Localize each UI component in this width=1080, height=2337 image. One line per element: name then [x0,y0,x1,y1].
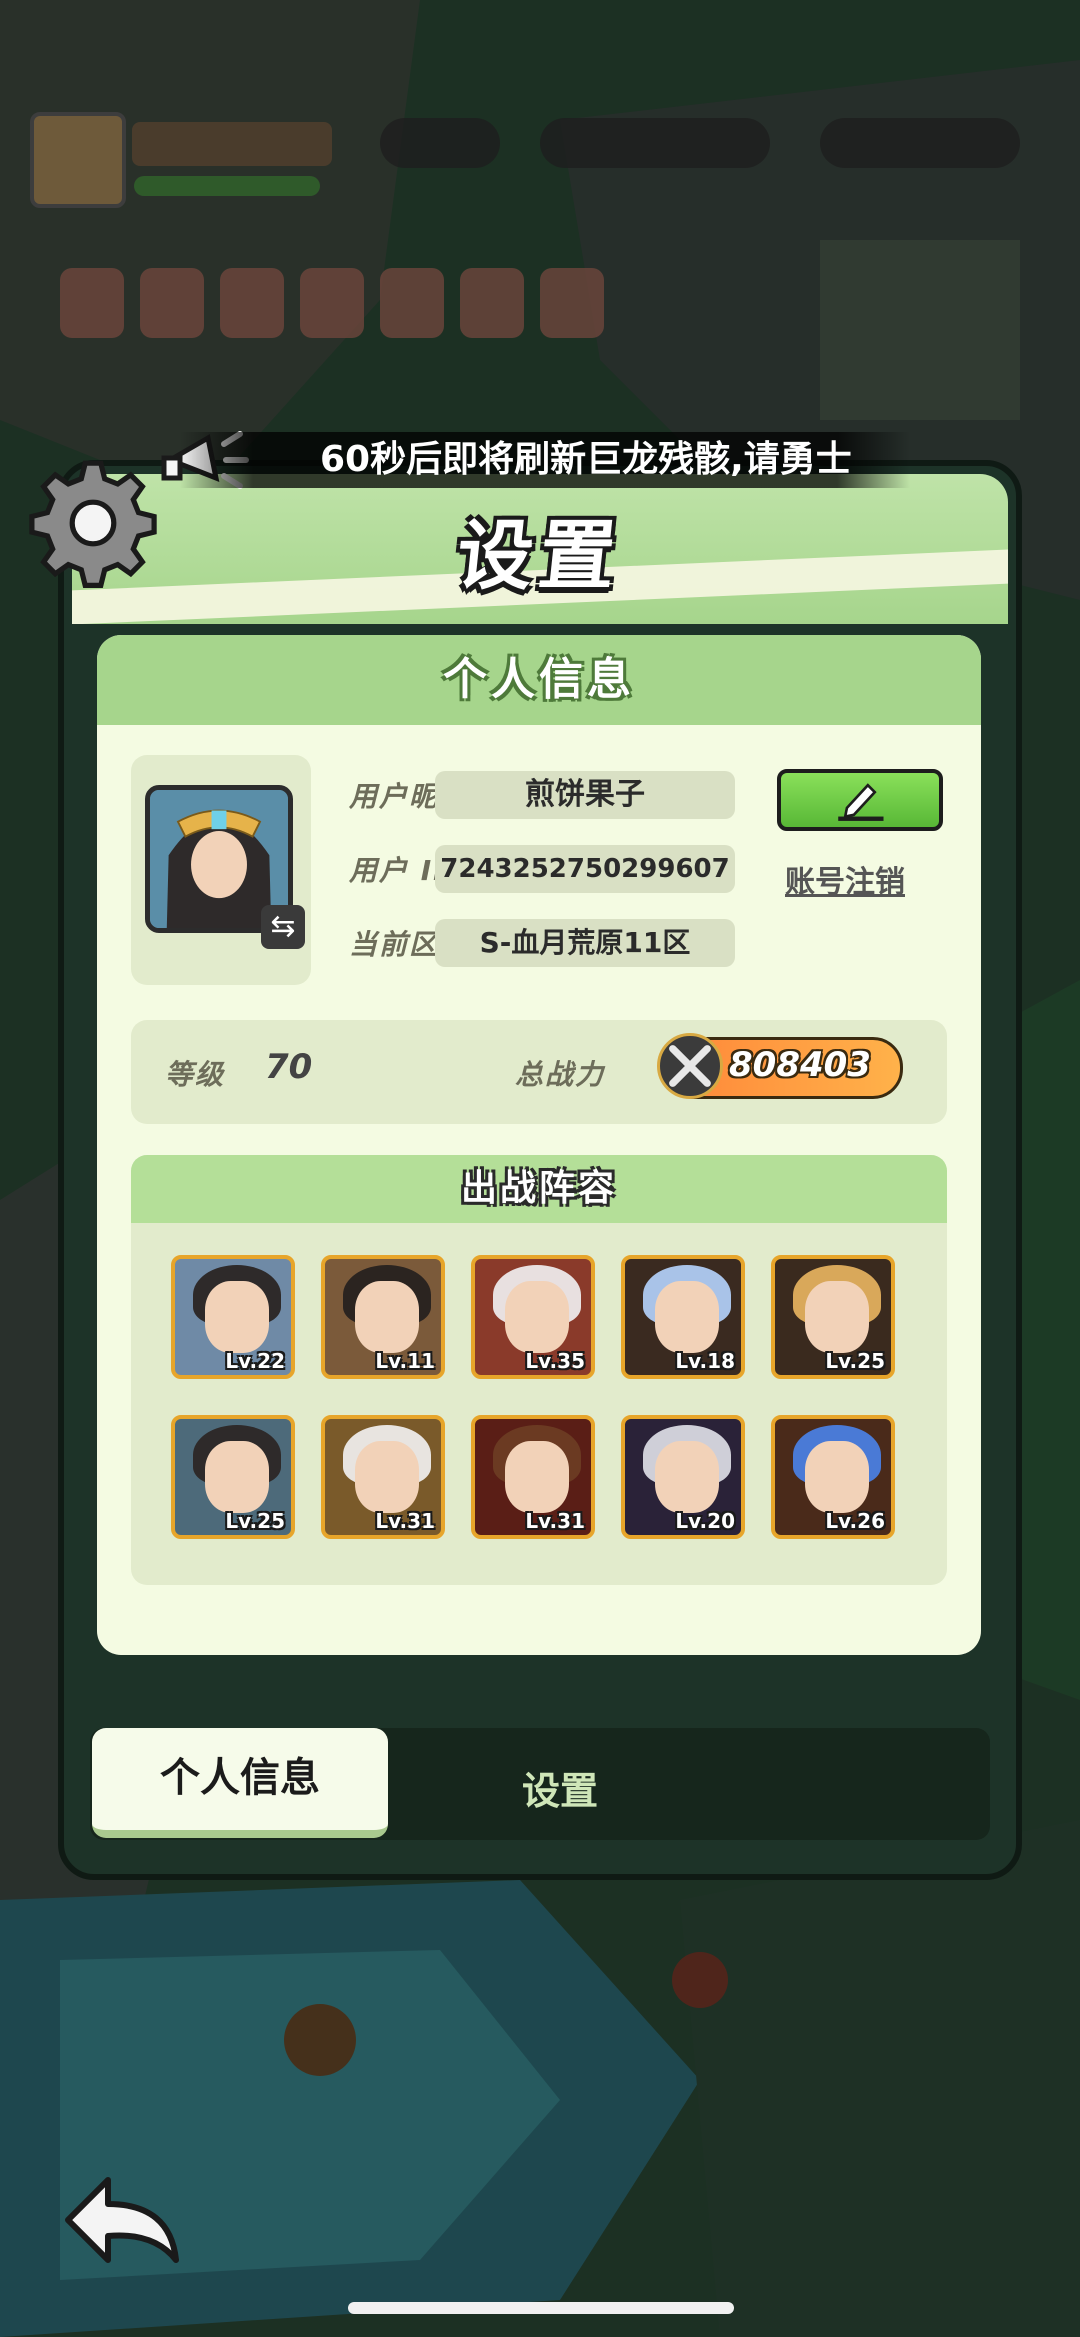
panel-title: 设置 [452,511,626,600]
hero-level: Lv.25 [825,1349,885,1373]
event-icon-6 [460,268,524,338]
event-icon-4 [300,268,364,338]
personal-info-title: 个人信息 [97,635,981,725]
hero-level: Lv.35 [525,1349,585,1373]
hero-level: Lv.18 [675,1349,735,1373]
hero-level: Lv.11 [375,1349,435,1373]
hero-level: Lv.31 [375,1509,435,1533]
event-icon-1 [60,268,124,338]
hero-level: Lv.26 [825,1509,885,1533]
event-icon-5 [380,268,444,338]
hero-level: Lv.22 [225,1349,285,1373]
hero-portrait[interactable]: Lv.25 [771,1255,895,1379]
player-name-hud [132,122,332,166]
resource-slot-3 [820,118,1020,168]
tab-personal-info[interactable]: 个人信息 [92,1728,388,1838]
resource-slot-1 [380,118,500,168]
event-icon-3 [220,268,284,338]
hero-portrait[interactable]: Lv.35 [471,1255,595,1379]
avatar-box: ⇆ [131,755,311,985]
hero-portrait[interactable]: Lv.22 [171,1255,295,1379]
account-cancel-link[interactable]: 账号注销 [785,857,905,901]
tab-settings[interactable]: 设置 [460,1760,660,1815]
nickname-value: 煎饼果子 [435,771,735,819]
home-indicator [348,2302,734,2314]
player-exp-bar [134,176,320,196]
edit-nickname-button[interactable] [777,769,943,831]
user-id-value: 7243252750299607 [435,845,735,893]
player-avatar-hud [30,112,126,208]
hero-level: Lv.25 [225,1509,285,1533]
resource-slot-2 [540,118,770,168]
hero-portrait[interactable]: Lv.20 [621,1415,745,1539]
event-icon-2 [140,268,204,338]
server-value: S-血月荒原11区 [435,919,735,967]
hero-level: Lv.20 [675,1509,735,1533]
pencil-icon [838,783,884,821]
hero-portrait[interactable]: Lv.26 [771,1415,895,1539]
power-label: 总战力 [515,1058,606,1091]
gear-icon [29,460,157,588]
hero-portrait[interactable]: Lv.31 [321,1415,445,1539]
level-value: 70 [265,1047,313,1087]
personal-info-card: 个人信息 ⇆ 用户昵称 煎饼果子 用户 ID 7243252750299607 … [97,635,981,1655]
hero-portrait[interactable]: Lv.11 [321,1255,445,1379]
level-label: 等级 [165,1058,226,1091]
announcement-marquee: 60秒后即将刷新巨龙残骸,请勇士 [180,432,910,488]
hero-portrait[interactable]: Lv.31 [471,1415,595,1539]
event-icon-7 [540,268,604,338]
swap-avatar-icon[interactable]: ⇆ [261,905,305,949]
hero-portrait[interactable]: Lv.25 [171,1415,295,1539]
hero-portrait[interactable]: Lv.18 [621,1255,745,1379]
back-arrow-icon[interactable] [58,2170,188,2280]
team-lineup-title: 出战阵容 [131,1155,947,1223]
crossed-swords-icon [657,1033,723,1099]
hero-level: Lv.31 [525,1509,585,1533]
power-value: 808403 [729,1045,871,1085]
